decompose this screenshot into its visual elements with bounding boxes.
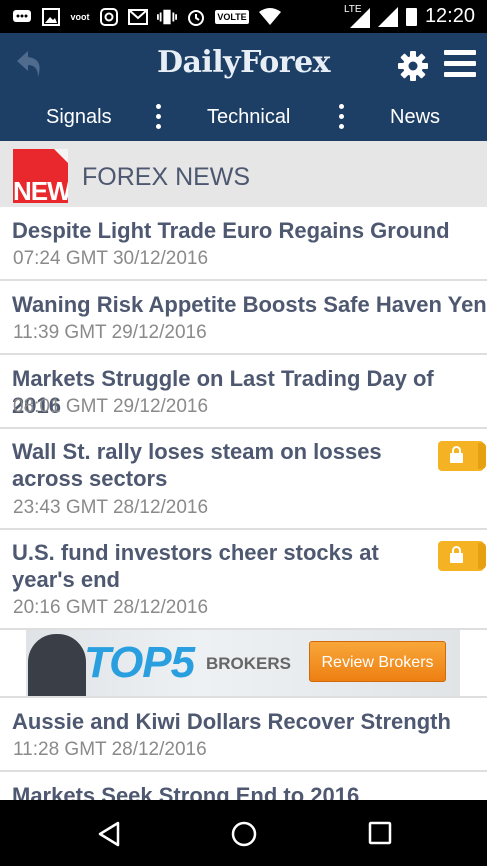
signal-icon — [377, 6, 398, 27]
divider-dots-icon — [339, 104, 345, 129]
instagram-icon — [99, 7, 119, 26]
new-badge-icon: NEW — [13, 149, 68, 203]
divider-dots-icon — [156, 104, 162, 129]
gmail-icon — [128, 8, 148, 26]
alarm-icon — [186, 8, 206, 26]
clock: 12:20 — [424, 5, 475, 27]
person-image — [28, 634, 86, 696]
news-title[interactable]: Wall St. rally loses steam on losses acr… — [12, 438, 382, 492]
back-nav-icon[interactable] — [96, 820, 122, 853]
status-bar: voot VOLTE LTE 12:20 — [0, 0, 487, 33]
voot-icon: voot — [70, 11, 90, 22]
ad-banner[interactable]: TOP5 BROKERS Review Brokers — [26, 630, 460, 696]
news-item[interactable]: Waning Risk Appetite Boosts Safe Haven Y… — [0, 281, 487, 355]
tab-bar: Signals Technical News — [0, 100, 487, 136]
gear-icon[interactable] — [397, 50, 429, 82]
news-time: 23:43 GMT 28/12/2016 — [13, 497, 209, 518]
home-nav-icon[interactable] — [230, 820, 258, 853]
news-item[interactable]: Markets Seek Strong End to 2016 — [0, 772, 487, 800]
vibrate-icon — [157, 8, 177, 26]
chat-icon — [12, 8, 32, 26]
lock-icon — [438, 541, 486, 571]
banner-headline: TOP5 — [84, 638, 195, 687]
news-item[interactable]: Aussie and Kiwi Dollars Recover Strength… — [0, 698, 487, 772]
news-title[interactable]: Despite Light Trade Euro Regains Ground — [12, 217, 450, 244]
image-icon — [41, 7, 61, 26]
system-nav-bar — [0, 800, 487, 866]
lock-icon — [438, 441, 486, 471]
hamburger-menu-icon[interactable] — [444, 50, 476, 80]
news-time: 11:39 GMT 29/12/2016 — [13, 322, 207, 343]
section-header: NEW FOREX NEWS — [0, 141, 487, 207]
news-item[interactable]: U.S. fund investors cheer stocks at year… — [0, 530, 487, 630]
news-title[interactable]: Markets Seek Strong End to 2016 — [12, 782, 359, 800]
review-brokers-button[interactable]: Review Brokers — [309, 641, 446, 682]
news-title[interactable]: Waning Risk Appetite Boosts Safe Haven Y… — [12, 291, 487, 318]
section-title: FOREX NEWS — [82, 163, 251, 191]
wifi-icon — [258, 7, 282, 26]
news-time: 07:24 GMT 30/12/2016 — [13, 248, 209, 269]
banner-subtitle: BROKERS — [206, 654, 292, 673]
tab-signals[interactable]: Signals — [46, 106, 112, 129]
recents-nav-icon[interactable] — [368, 821, 392, 850]
news-time: 20:16 GMT 28/12/2016 — [13, 597, 209, 618]
volte-icon: VOLTE — [215, 9, 249, 24]
news-item[interactable]: Markets Struggle on Last Trading Day of … — [0, 355, 487, 429]
news-time: 08:01 GMT 29/12/2016 — [13, 396, 209, 417]
signal-icon: LTE — [344, 4, 370, 28]
battery-icon — [405, 7, 417, 26]
news-title[interactable]: Aussie and Kiwi Dollars Recover Strength — [12, 708, 451, 735]
news-item[interactable]: Despite Light Trade Euro Regains Ground … — [0, 207, 487, 281]
news-title[interactable]: U.S. fund investors cheer stocks at year… — [12, 539, 379, 593]
tab-news[interactable]: News — [390, 106, 440, 129]
app-bar: DailyForex Signals Technical News — [0, 33, 487, 141]
news-time: 11:28 GMT 28/12/2016 — [13, 739, 207, 760]
news-item[interactable]: Wall St. rally loses steam on losses acr… — [0, 429, 487, 530]
tab-technical[interactable]: Technical — [207, 106, 290, 129]
